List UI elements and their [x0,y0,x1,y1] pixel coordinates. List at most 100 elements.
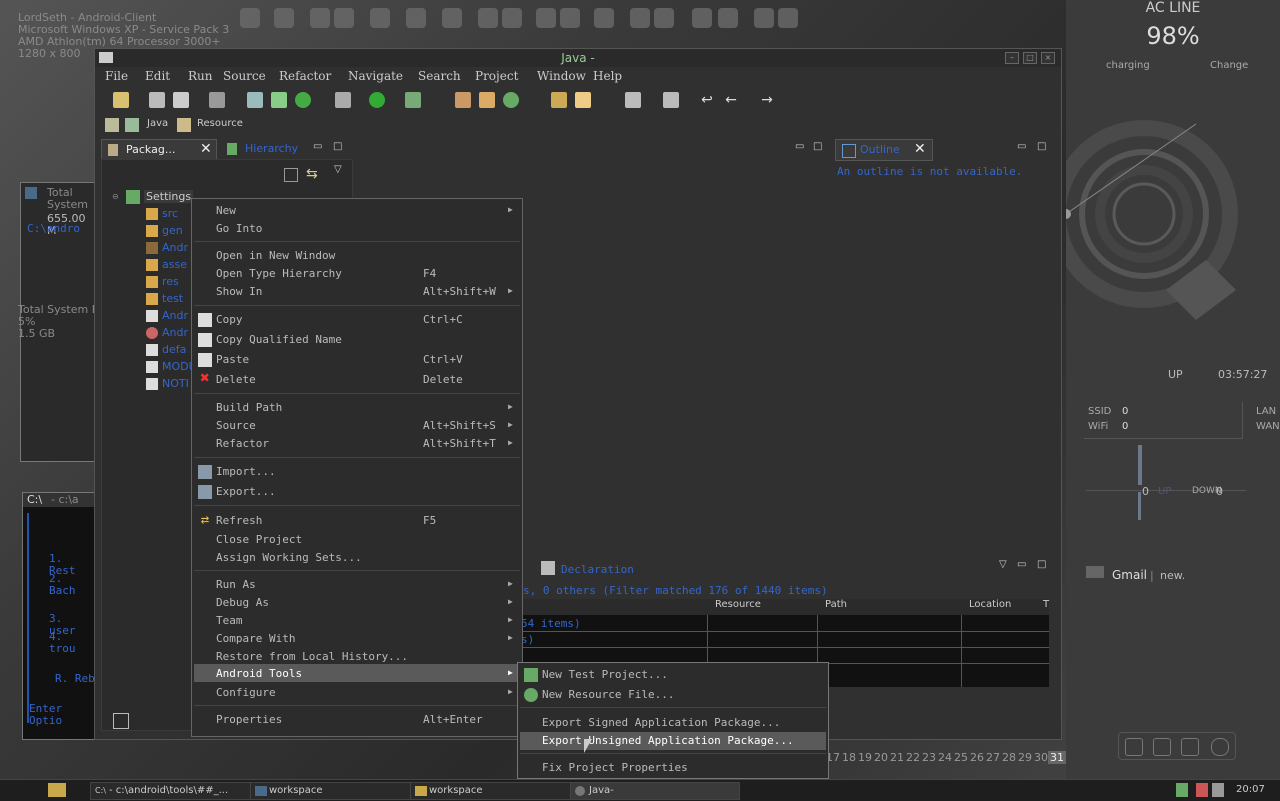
menu-edit[interactable]: Edit [145,69,170,83]
menu-item-new[interactable]: New [216,204,236,217]
menu-refactor[interactable]: Refactor [279,69,331,83]
close-icon[interactable]: ✕ [914,141,926,157]
calendar-day[interactable]: 25 [954,751,968,764]
tree-item[interactable]: test [162,292,183,305]
menu-item-run-as[interactable]: Run As [216,578,256,591]
tree-item[interactable]: asse [162,258,187,271]
taskbar-item-workspace[interactable]: workspace [250,782,420,800]
menu-item-open-new-window[interactable]: Open in New Window [216,249,335,262]
menu-item-assign-working-sets[interactable]: Assign Working Sets... [216,551,362,564]
calendar-day[interactable]: 28 [1002,751,1016,764]
tree-item[interactable]: Andr [162,241,188,254]
maximize-view-icon[interactable]: □ [1037,141,1046,152]
calendar-day[interactable]: 23 [922,751,936,764]
cmd-window[interactable]: C:\ - c:\a 1. Rest 2. Bach 3. user 4. tr… [22,492,98,740]
tab-declaration[interactable]: Declaration [561,563,634,576]
calendar-day[interactable]: 19 [858,751,872,764]
forward-icon[interactable]: → [759,92,775,108]
tree-item[interactable]: NOTI [162,377,189,390]
dock-app-icon[interactable] [370,8,390,28]
menu-run[interactable]: Run [188,69,213,83]
calendar-day[interactable]: 20 [874,751,888,764]
perspective-resource[interactable]: Resource [197,118,243,129]
dock-app-icon[interactable] [692,8,712,28]
menu-navigate[interactable]: Navigate [348,69,403,83]
tree-item[interactable]: res [162,275,179,288]
minimize-editor-icon[interactable]: ▭ [795,141,804,152]
dock-app-icon[interactable] [754,8,774,28]
calendar-day[interactable]: 21 [890,751,904,764]
android-icon[interactable] [247,92,263,108]
calendar-day[interactable]: 22 [906,751,920,764]
menu-source[interactable]: Source [223,69,266,83]
maximize-view-icon[interactable]: □ [1037,559,1046,570]
menu-item-export-signed[interactable]: Export Signed Application Package... [542,716,780,729]
dock-app-icon[interactable] [594,8,614,28]
dock-app-icon[interactable] [442,8,462,28]
tray-icon[interactable] [1176,783,1188,797]
taskbar-item-cmd[interactable]: C:\ - c:\android\tools\##_... [90,782,260,800]
settings-icon[interactable] [1211,738,1229,756]
calendar-day-today[interactable]: 31 [1048,751,1066,764]
print-icon[interactable] [173,92,189,108]
menu-item-export-unsigned[interactable]: Export Unsigned Application Package... [542,734,794,747]
menu-item-go-into[interactable]: Go Into [216,222,262,235]
menu-item-restore-local-history[interactable]: Restore from Local History... [216,650,408,663]
dock-app-icon[interactable] [718,8,738,28]
dock-app-icon[interactable] [334,8,354,28]
perspective-java[interactable]: Java [147,118,168,129]
search-icon[interactable] [575,92,591,108]
close-icon[interactable]: ✕ [200,141,212,157]
title-bar[interactable]: Java - – □ × [95,49,1061,67]
column-header[interactable]: Path [825,599,847,610]
explorer-quicklaunch-icon[interactable] [48,783,66,797]
minimize-view-icon[interactable]: ▭ [313,141,322,152]
menu-item-properties[interactable]: Properties [216,713,282,726]
maximize-button[interactable]: □ [1023,52,1037,64]
dock-app-icon[interactable] [406,8,426,28]
dock-app-icon[interactable] [502,8,522,28]
tray-icon[interactable] [1196,783,1208,797]
calendar-day[interactable]: 29 [1018,751,1032,764]
minimize-button[interactable]: – [1005,52,1019,64]
taskbar-clock[interactable]: 20:07 [1236,784,1265,795]
fast-view-icon[interactable] [113,713,129,729]
menu-item-paste[interactable]: Paste [216,353,249,366]
control-icon[interactable] [1153,738,1171,756]
gmail-label[interactable]: Gmail [1112,568,1147,582]
back-icon[interactable]: ← [723,92,739,108]
back-history-icon[interactable]: ↩ [699,92,715,108]
menu-item-new-test-project[interactable]: New Test Project... [542,668,668,681]
menu-item-fix-project-properties[interactable]: Fix Project Properties [542,761,688,774]
new-class-icon[interactable] [479,92,495,108]
dock-app-icon[interactable] [274,8,294,28]
menu-item-copy[interactable]: Copy [216,313,243,326]
annotation-icon[interactable] [625,92,641,108]
device-icon[interactable] [209,92,225,108]
maximize-view-icon[interactable]: □ [333,141,342,152]
menu-item-show-in[interactable]: Show In [216,285,262,298]
taskbar-item-java[interactable]: Java- [570,782,740,800]
menu-item-debug-as[interactable]: Debug As [216,596,269,609]
menu-file[interactable]: File [105,69,128,83]
menu-item-refactor[interactable]: Refactor [216,437,269,450]
maximize-editor-icon[interactable]: □ [813,141,822,152]
new-class-wizard-icon[interactable] [503,92,519,108]
menu-window[interactable]: Window [537,69,586,83]
tab-outline[interactable]: Outline ✕ [835,139,933,161]
menu-item-copy-qualified-name[interactable]: Copy Qualified Name [216,333,342,346]
menu-item-team[interactable]: Team [216,614,243,627]
tree-item[interactable]: src [162,207,178,220]
tree-item[interactable]: defa [162,343,186,356]
view-menu-icon[interactable]: ▽ [999,559,1007,570]
dock-app-icon[interactable] [654,8,674,28]
tree-item[interactable]: Andr [162,309,188,322]
view-menu-icon[interactable]: ▽ [334,164,342,175]
refresh-icon[interactable] [295,92,311,108]
last-edit-icon[interactable] [663,92,679,108]
tree-item[interactable]: gen [162,224,183,237]
open-perspective-icon[interactable] [105,118,119,132]
control-icon[interactable] [1125,738,1143,756]
menu-item-configure[interactable]: Configure [216,686,276,699]
tree-item[interactable]: Andr [162,326,188,339]
